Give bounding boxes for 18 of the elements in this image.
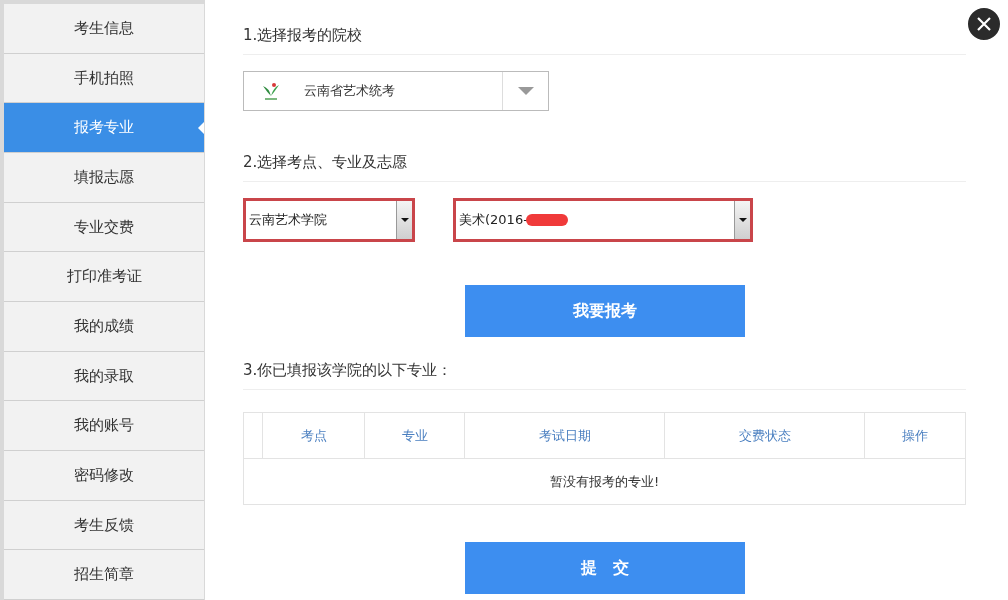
section-title: 1.选择报考的院校: [243, 20, 966, 55]
logo-icon: [260, 80, 282, 102]
column-header: 交费状态: [664, 413, 864, 458]
empty-message: 暂没有报考的专业!: [548, 472, 661, 491]
section-title: 3.你已填报该学院的以下专业：: [243, 355, 966, 390]
column-header: 考试日期: [464, 413, 664, 458]
exam-site-select[interactable]: 云南艺术学院: [243, 198, 415, 242]
caret-icon: [517, 87, 534, 95]
caret-icon: [738, 218, 747, 222]
column-header: 操作: [864, 413, 965, 458]
section-title: 2.选择考点、专业及志愿: [243, 147, 966, 182]
school-select[interactable]: 云南省艺术统考: [243, 71, 549, 111]
select-value: 云南省艺术统考: [304, 82, 396, 100]
close-icon: [976, 16, 992, 32]
major-select[interactable]: 美术(2016-: [453, 198, 753, 242]
caret-icon: [400, 218, 409, 222]
column-header: 专业: [364, 413, 464, 458]
column-header: 考点: [262, 413, 364, 458]
